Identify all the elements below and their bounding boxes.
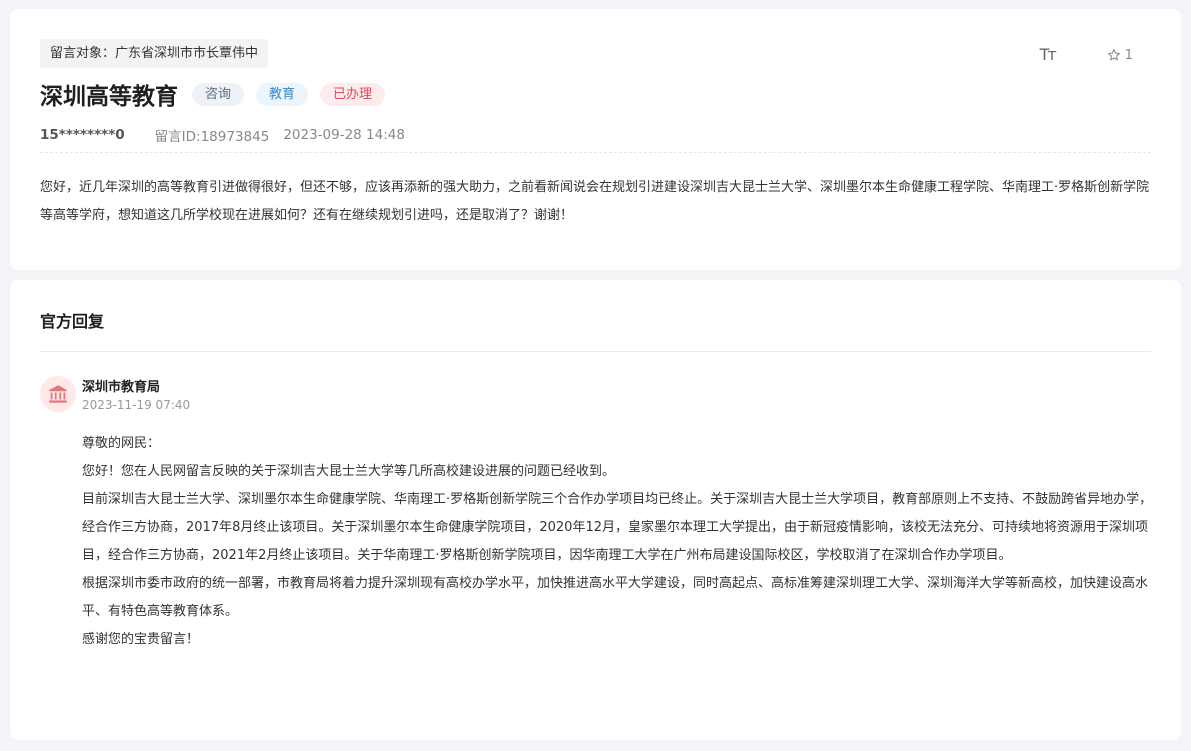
message-id: 留言ID:18973845: [154, 129, 270, 145]
reply-paragraph: 您好！您在人民网留言反映的关于深圳吉大昆士兰大学等几所高校建设进展的问题已经收到…: [82, 464, 616, 479]
toolbar: Tт 1: [1040, 45, 1133, 65]
tag-consult: 咨询: [192, 82, 245, 106]
message-target: 留言对象：广东省深圳市市长覃伟中: [40, 39, 269, 68]
reply-paragraph: 目前深圳吉大昆士兰大学、深圳墨尔本生命健康学院、华南理工·罗格斯创新学院三个合作…: [82, 492, 1153, 563]
tag-education: 教育: [256, 82, 309, 106]
message-card: 留言对象：广东省深圳市市长覃伟中 Tт 1 深圳高等教育 咨询 教育 已办理 1…: [10, 9, 1181, 270]
tag-status-handled: 已办理: [320, 82, 386, 106]
reply-greeting: 尊敬的网民：: [82, 436, 161, 451]
favorite-button[interactable]: 1: [1107, 48, 1133, 63]
meta-divider: [40, 152, 1151, 153]
reply-datetime: 2023-11-19 07:40: [82, 398, 191, 412]
star-icon: [1107, 49, 1120, 61]
reply-paragraph: 根据深圳市委市政府的统一部署，市教育局将着力提升深圳现有高校办学水平，加快推进高…: [82, 576, 1149, 619]
message-title: 深圳高等教育: [40, 84, 178, 110]
reply-body: 尊敬的网民： 您好！您在人民网留言反映的关于深圳吉大昆士兰大学等几所高校建设进展…: [82, 430, 1153, 654]
reply-heading: 官方回复: [40, 312, 105, 331]
org-name: 深圳市教育局: [82, 380, 161, 395]
message-datetime: 2023-09-28 14:48: [283, 127, 405, 143]
font-size-label: Tт: [1039, 45, 1057, 64]
message-user: 15********0: [40, 127, 125, 143]
reply-divider: [40, 351, 1151, 352]
reply-card: 官方回复 深圳市教育局 2023-11-19 07:40 尊敬的网民： 您好！您…: [10, 280, 1181, 740]
font-size-icon[interactable]: Tт: [1039, 45, 1057, 65]
message-content: 您好，近几年深圳的高等教育引进做得很好，但还不够，应该再添新的强大助力，之前看新…: [40, 180, 1150, 223]
title-row: 深圳高等教育 咨询 教育 已办理: [40, 77, 397, 111]
government-building-icon: [49, 385, 67, 403]
reply-closing: 感谢您的宝贵留言！: [82, 632, 200, 647]
org-avatar: [40, 376, 76, 412]
message-meta: 15********0 留言ID:18973845 2023-09-28 14:…: [40, 125, 405, 145]
favorite-count: 1: [1124, 47, 1133, 63]
